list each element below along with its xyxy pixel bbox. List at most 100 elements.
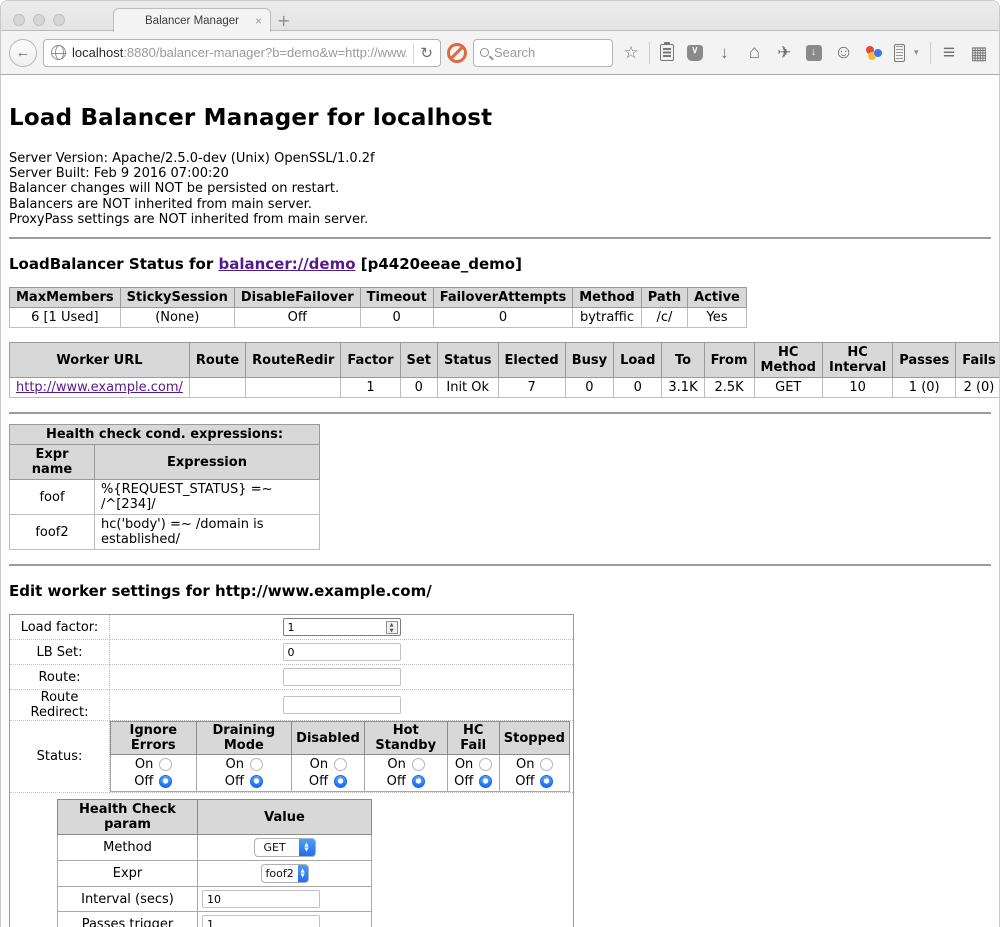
content-blocked-icon[interactable] (447, 43, 467, 63)
search-icon (480, 48, 489, 57)
page-title: Load Balancer Manager for localhost (9, 75, 991, 131)
draining-mode-off-radio[interactable] (250, 775, 263, 788)
save-page-icon[interactable] (806, 45, 821, 61)
route-redirect-input[interactable] (283, 696, 401, 714)
divider (9, 237, 991, 239)
draining-mode-on-radio[interactable] (250, 758, 263, 771)
search-bar[interactable] (473, 39, 613, 67)
column-header: Ignore Errors (111, 722, 197, 755)
table-row: http://www.example.com/ 1 0 Init Ok 7 0 … (10, 378, 1000, 398)
timeout-cell: 0 (360, 308, 433, 328)
page-content: Load Balancer Manager for localhost Serv… (1, 75, 999, 927)
hc-expressions-title: Health check cond. expressions: (10, 425, 320, 445)
form-row: Route Redirect: (10, 690, 574, 721)
sidebar-grid-icon[interactable]: ▦ (967, 44, 991, 62)
disabled-on-radio[interactable] (334, 758, 347, 771)
tab-close-icon[interactable]: × (255, 14, 262, 28)
tab-bar: Balancer Manager × + (1, 1, 999, 31)
search-input[interactable] (494, 45, 584, 60)
expr-select-value: foof2 (262, 867, 298, 880)
factor-cell: 1 (341, 378, 400, 398)
extension-dots-icon[interactable] (865, 45, 882, 61)
hc-fail-on-radio[interactable] (479, 758, 492, 771)
balancer-demo-link[interactable]: balancer://demo (218, 255, 355, 273)
load-cell: 0 (614, 378, 662, 398)
send-icon[interactable]: ✈ (772, 44, 796, 61)
route-label: Route: (10, 665, 110, 690)
method-select[interactable]: GET ▲▼ (254, 838, 316, 857)
passes-cell: 1 (0) (893, 378, 956, 398)
home-icon[interactable]: ⌂ (742, 43, 766, 62)
route-input[interactable] (283, 668, 401, 686)
routeredir-cell (246, 378, 341, 398)
tab-balancer-manager[interactable]: Balancer Manager × (113, 8, 271, 32)
persist-notice-line: Balancer changes will NOT be persisted o… (9, 181, 991, 196)
table-row: 6 [1 Used] (None) Off 0 0 bytraffic /c/ … (10, 308, 747, 328)
radio-on-label: On (310, 757, 328, 772)
radio-on-label: On (455, 757, 473, 772)
number-spinner-icon[interactable]: ▲▼ (386, 621, 398, 634)
method-label: Method (58, 835, 198, 861)
status-label: Status: (10, 721, 110, 793)
hot-standby-off-radio[interactable] (412, 775, 425, 788)
column-header: Set (400, 343, 437, 378)
balancer-status-table: MaxMembers StickySession DisableFailover… (9, 287, 747, 328)
radio-off-label: Off (134, 774, 153, 789)
smiley-icon[interactable]: ☺ (832, 43, 856, 62)
downloads-icon[interactable]: ↓ (712, 44, 736, 61)
column-header: Timeout (360, 288, 433, 308)
reload-button[interactable]: ↻ (420, 44, 433, 62)
new-tab-button[interactable]: + (277, 11, 290, 30)
load-factor-input[interactable] (283, 618, 401, 636)
interval-input[interactable] (202, 890, 320, 908)
heading-prefix: LoadBalancer Status for (9, 255, 218, 273)
ignore-errors-off-radio[interactable] (159, 775, 172, 788)
interval-label: Interval (secs) (58, 887, 198, 912)
device-icon[interactable] (894, 44, 905, 62)
heading-suffix: [p4420eeae_demo] (356, 255, 522, 273)
chevron-down-icon[interactable]: ▾ (914, 47, 924, 58)
worker-url-link[interactable]: http://www.example.com/ (16, 380, 183, 395)
fails-cell: 2 (0) (956, 378, 1000, 398)
column-header: StickySession (120, 288, 234, 308)
reading-list-icon[interactable] (660, 44, 674, 61)
form-row-hc-params: Health Check param Value Method GET ▲▼ (10, 793, 574, 927)
worker-url-cell: http://www.example.com/ (10, 378, 190, 398)
status-radio-row: On Off On Off On Off (111, 755, 570, 792)
route-cell (189, 378, 245, 398)
column-header: Expression (95, 445, 320, 480)
lb-set-input[interactable] (283, 643, 401, 661)
stickysession-cell: (None) (120, 308, 234, 328)
from-cell: 2.5K (704, 378, 754, 398)
menu-icon[interactable]: ≡ (937, 42, 961, 63)
url-divider (413, 43, 414, 63)
passes-input[interactable] (202, 915, 320, 927)
expr-select[interactable]: foof2 ▲▼ (261, 864, 309, 883)
pocket-icon[interactable] (687, 45, 703, 61)
divider (9, 412, 991, 414)
load-factor-field-wrap: ▲▼ (283, 618, 401, 636)
bookmark-star-icon[interactable]: ☆ (619, 44, 643, 61)
disabled-off-radio[interactable] (334, 775, 347, 788)
maxmembers-cell: 6 [1 Used] (10, 308, 121, 328)
stopped-on-radio[interactable] (540, 758, 553, 771)
hc-method-cell: GET (754, 378, 822, 398)
form-row: Route: (10, 665, 574, 690)
column-header: Route (189, 343, 245, 378)
method-select-value: GET (255, 841, 299, 854)
hot-standby-on-radio[interactable] (412, 758, 425, 771)
status-cell: Init Ok (437, 378, 498, 398)
ignore-errors-on-radio[interactable] (159, 758, 172, 771)
column-header: Disabled (292, 722, 365, 755)
column-header: To (662, 343, 704, 378)
stopped-off-radio[interactable] (540, 775, 553, 788)
zoom-window-button[interactable] (53, 14, 65, 26)
hc-fail-off-radio[interactable] (479, 775, 492, 788)
url-bar[interactable]: localhost:8880/balancer-manager?b=demo&w… (43, 39, 441, 67)
close-window-button[interactable] (13, 14, 25, 26)
column-header: Hot Standby (364, 722, 447, 755)
back-button[interactable]: ← (9, 39, 37, 67)
column-header: RouteRedir (246, 343, 341, 378)
minimize-window-button[interactable] (33, 14, 45, 26)
radio-on-label: On (516, 757, 534, 772)
